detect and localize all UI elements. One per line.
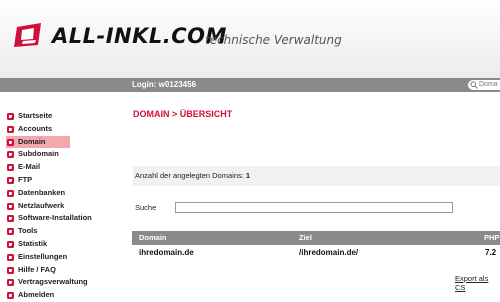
sidebar-item-tools[interactable]: Tools (6, 225, 126, 238)
bullet-icon (7, 228, 14, 236)
sidebar-item-subdomain[interactable]: Subdomain (6, 148, 126, 161)
bullet-icon (7, 240, 14, 248)
logo-icon (14, 23, 41, 47)
search-input[interactable] (175, 202, 453, 213)
bullet-icon (7, 125, 14, 133)
sidebar-item-label: Vertragsverwaltung (18, 277, 88, 287)
export-csv-link[interactable]: Export als CS (455, 274, 500, 292)
login-label: Login: w0123456 (132, 80, 197, 89)
page-title: DOMAIN > ÜBERSICHT (133, 109, 233, 119)
cell-php: 7.2 (485, 248, 497, 257)
cell-ziel: /ihredomain.de/ (299, 248, 359, 257)
sidebar-item-label: Statistik (18, 238, 48, 248)
bullet-icon (7, 151, 14, 159)
sidebar-item-einstellungen[interactable]: Einstellungen (6, 251, 126, 264)
bullet-icon (7, 292, 14, 300)
sidebar-item-accounts[interactable]: Accounts (6, 123, 126, 136)
table-row[interactable]: ihredomain.de /ihredomain.de/ 7.2 (132, 246, 500, 260)
sidebar-item-email[interactable]: E-Mail (6, 161, 126, 174)
sidebar-item-startseite[interactable]: Startseite (6, 110, 126, 123)
sidebar-item-label: Datenbanken (18, 187, 66, 197)
bullet-icon (7, 279, 14, 287)
sidebar-item-label: Netzlaufwerk (18, 200, 65, 210)
sidebar-item-software-installation[interactable]: Software-Installation (6, 212, 126, 225)
sidebar-item-label: Domain (18, 136, 46, 146)
sidebar-item-label: Startseite (18, 111, 53, 120)
sidebar-item-label: Abmelden (18, 290, 55, 300)
table-header: Domain Ziel PHP (132, 231, 500, 245)
sidebar-item-label: Subdomain (18, 149, 59, 159)
sidebar-item-label: FTP (18, 174, 33, 184)
search-icon (470, 81, 478, 89)
logo-text: ALL-INKL.COM (52, 24, 227, 48)
bullet-icon (7, 215, 14, 223)
domain-search-placeholder: Doma (479, 81, 498, 88)
sidebar-item-label: Hilfe / FAQ (18, 264, 56, 274)
sidebar-item-label: Accounts (18, 123, 53, 133)
sidebar-item-vertragsverwaltung[interactable]: Vertragsverwaltung (6, 276, 126, 289)
domain-count-value: 1 (245, 171, 251, 180)
search-label: Suche (135, 203, 157, 212)
domain-count-row: Anzahl der angelegten Domains: 1 (133, 166, 500, 186)
sidebar-item-datenbanken[interactable]: Datenbanken (6, 187, 126, 200)
bullet-icon (7, 113, 14, 120)
bullet-icon (7, 202, 14, 210)
domain-search-field[interactable]: Doma (468, 80, 500, 90)
sidebar-item-abmelden[interactable]: Abmelden (6, 289, 126, 302)
column-header-php[interactable]: PHP (484, 231, 499, 245)
sidebar-item-label: Tools (18, 226, 38, 236)
sidebar-item-label: Software-Installation (18, 213, 92, 223)
bullet-icon (7, 253, 14, 261)
cell-domain[interactable]: ihredomain.de (139, 246, 194, 260)
bullet-icon (7, 176, 14, 184)
sidebar-item-statistik[interactable]: Statistik (6, 238, 126, 251)
domain-count-label: Anzahl der angelegten Domains: (135, 171, 244, 180)
header: ALL-INKL.COM technische Verwaltung (0, 0, 500, 78)
sidebar-item-label: Einstellungen (18, 251, 68, 261)
bullet-icon (7, 266, 14, 274)
sidebar-item-hilfe-faq[interactable]: Hilfe / FAQ (6, 264, 126, 277)
sidebar-item-label: E-Mail (18, 162, 41, 172)
column-header-domain[interactable]: Domain (139, 231, 167, 245)
tagline: technische Verwaltung (205, 33, 342, 47)
top-bar: Login: w0123456 Doma (0, 78, 500, 92)
sidebar-item-ftp[interactable]: FTP (6, 174, 126, 187)
column-header-ziel[interactable]: Ziel (299, 231, 312, 245)
sidebar-nav: Startseite Accounts Domain Subdomain E-M… (6, 110, 126, 302)
bullet-icon (7, 138, 14, 146)
sidebar-item-netzlaufwerk[interactable]: Netzlaufwerk (6, 200, 126, 213)
bullet-icon (7, 164, 14, 172)
sidebar-item-domain[interactable]: Domain (6, 135, 70, 149)
bullet-icon (7, 189, 14, 197)
